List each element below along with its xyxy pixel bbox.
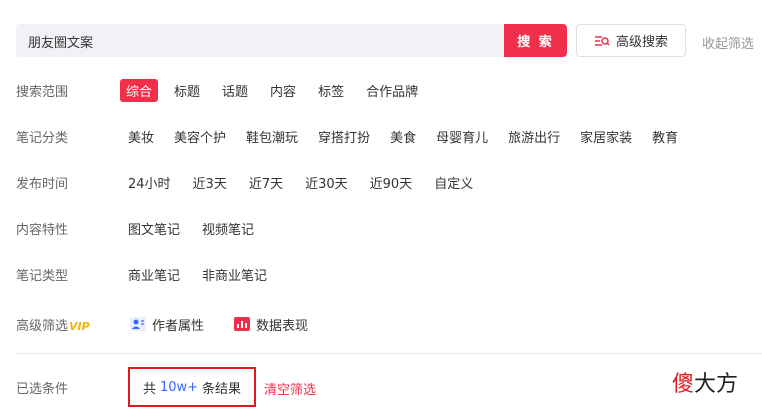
filter-row-advanced: 高级筛选VIP 作者属性 数据表现 — [16, 312, 762, 336]
filter-label-type: 笔记类型 — [16, 269, 69, 284]
clear-filters-link[interactable]: 清空筛选 — [264, 379, 316, 398]
time-option-3d[interactable]: 近3天 — [187, 171, 233, 194]
advanced-search-button[interactable]: 高级搜索 — [576, 24, 686, 57]
data-performance-label: 数据表现 — [256, 318, 309, 334]
type-option-commercial[interactable]: 商业笔记 — [122, 263, 186, 286]
search-input[interactable]: 朋友圈文案 — [16, 24, 504, 57]
search-input-value: 朋友圈文案 — [28, 36, 94, 51]
content-option-image-note[interactable]: 图文笔记 — [122, 217, 186, 240]
category-option-bags-toys[interactable]: 鞋包潮玩 — [240, 125, 304, 148]
scope-option-all[interactable]: 综合 — [120, 78, 159, 102]
scope-option-title[interactable]: 标题 — [168, 79, 206, 102]
category-option-makeup[interactable]: 美妆 — [122, 125, 160, 148]
time-option-90d[interactable]: 近90天 — [364, 171, 419, 194]
category-option-food[interactable]: 美食 — [384, 125, 422, 148]
filter-row-type: 笔记类型 商业笔记 非商业笔记 — [16, 262, 762, 286]
time-option-30d[interactable]: 近30天 — [299, 171, 354, 194]
result-prefix: 共 — [142, 381, 156, 397]
advanced-search-label: 高级搜索 — [615, 35, 668, 50]
time-option-24h[interactable]: 24小时 — [122, 171, 177, 194]
search-button[interactable]: 搜 索 — [504, 24, 567, 57]
watermark: 傻大方 — [672, 366, 738, 398]
scope-option-tag[interactable]: 标签 — [312, 79, 350, 102]
time-option-custom[interactable]: 自定义 — [428, 171, 479, 194]
category-option-beauty-care[interactable]: 美容个护 — [168, 125, 232, 148]
selected-label: 已选条件 — [16, 382, 69, 397]
category-option-fashion[interactable]: 穿搭打扮 — [312, 125, 376, 148]
category-option-parenting[interactable]: 母婴育儿 — [430, 125, 494, 148]
author-icon — [130, 316, 146, 332]
watermark-part1: 傻 — [672, 372, 695, 397]
filter-label-time: 发布时间 — [16, 177, 69, 192]
filter-label-content: 内容特性 — [16, 223, 69, 238]
data-performance-button[interactable]: 数据表现 — [234, 315, 308, 334]
result-count-box: 共 10w+ 条结果 — [128, 367, 256, 407]
advanced-search-icon — [594, 33, 610, 49]
author-attributes-label: 作者属性 — [152, 318, 205, 334]
scope-option-content[interactable]: 内容 — [264, 79, 302, 102]
filter-row-scope: 搜索范围 综合 标题 话题 内容 标签 合作品牌 — [16, 78, 762, 102]
category-option-home[interactable]: 家居家装 — [574, 125, 638, 148]
result-count: 10w+ — [159, 379, 199, 395]
result-suffix: 条结果 — [202, 381, 242, 397]
watermark-part2: 大方 — [694, 372, 739, 397]
filter-label-category: 笔记分类 — [16, 131, 69, 146]
content-option-video-note[interactable]: 视频笔记 — [196, 217, 260, 240]
filter-row-content: 内容特性 图文笔记 视频笔记 — [16, 216, 762, 240]
category-option-travel[interactable]: 旅游出行 — [502, 125, 566, 148]
divider — [16, 353, 762, 354]
author-attributes-button[interactable]: 作者属性 — [130, 315, 204, 334]
filter-row-category: 笔记分类 美妆 美容个护 鞋包潮玩 穿搭打扮 美食 母婴育儿 旅游出行 家居家装… — [16, 124, 762, 148]
search-row: 朋友圈文案 搜 索 高级搜索 收起筛选 — [16, 24, 762, 57]
type-option-non-commercial[interactable]: 非商业笔记 — [196, 263, 273, 286]
filter-label-scope: 搜索范围 — [16, 85, 69, 100]
scope-option-topic[interactable]: 话题 — [216, 79, 254, 102]
filter-row-time: 发布时间 24小时 近3天 近7天 近30天 近90天 自定义 — [16, 170, 762, 194]
filter-label-advanced-text: 高级筛选 — [16, 319, 69, 334]
filter-label-advanced: 高级筛选VIP — [16, 315, 90, 334]
time-option-7d[interactable]: 近7天 — [243, 171, 289, 194]
vip-badge: VIP — [69, 320, 90, 333]
scope-option-brand[interactable]: 合作品牌 — [360, 79, 424, 102]
category-option-education[interactable]: 教育 — [646, 125, 684, 148]
data-chart-icon — [234, 316, 251, 332]
collapse-filters-link[interactable]: 收起筛选 — [702, 33, 754, 52]
